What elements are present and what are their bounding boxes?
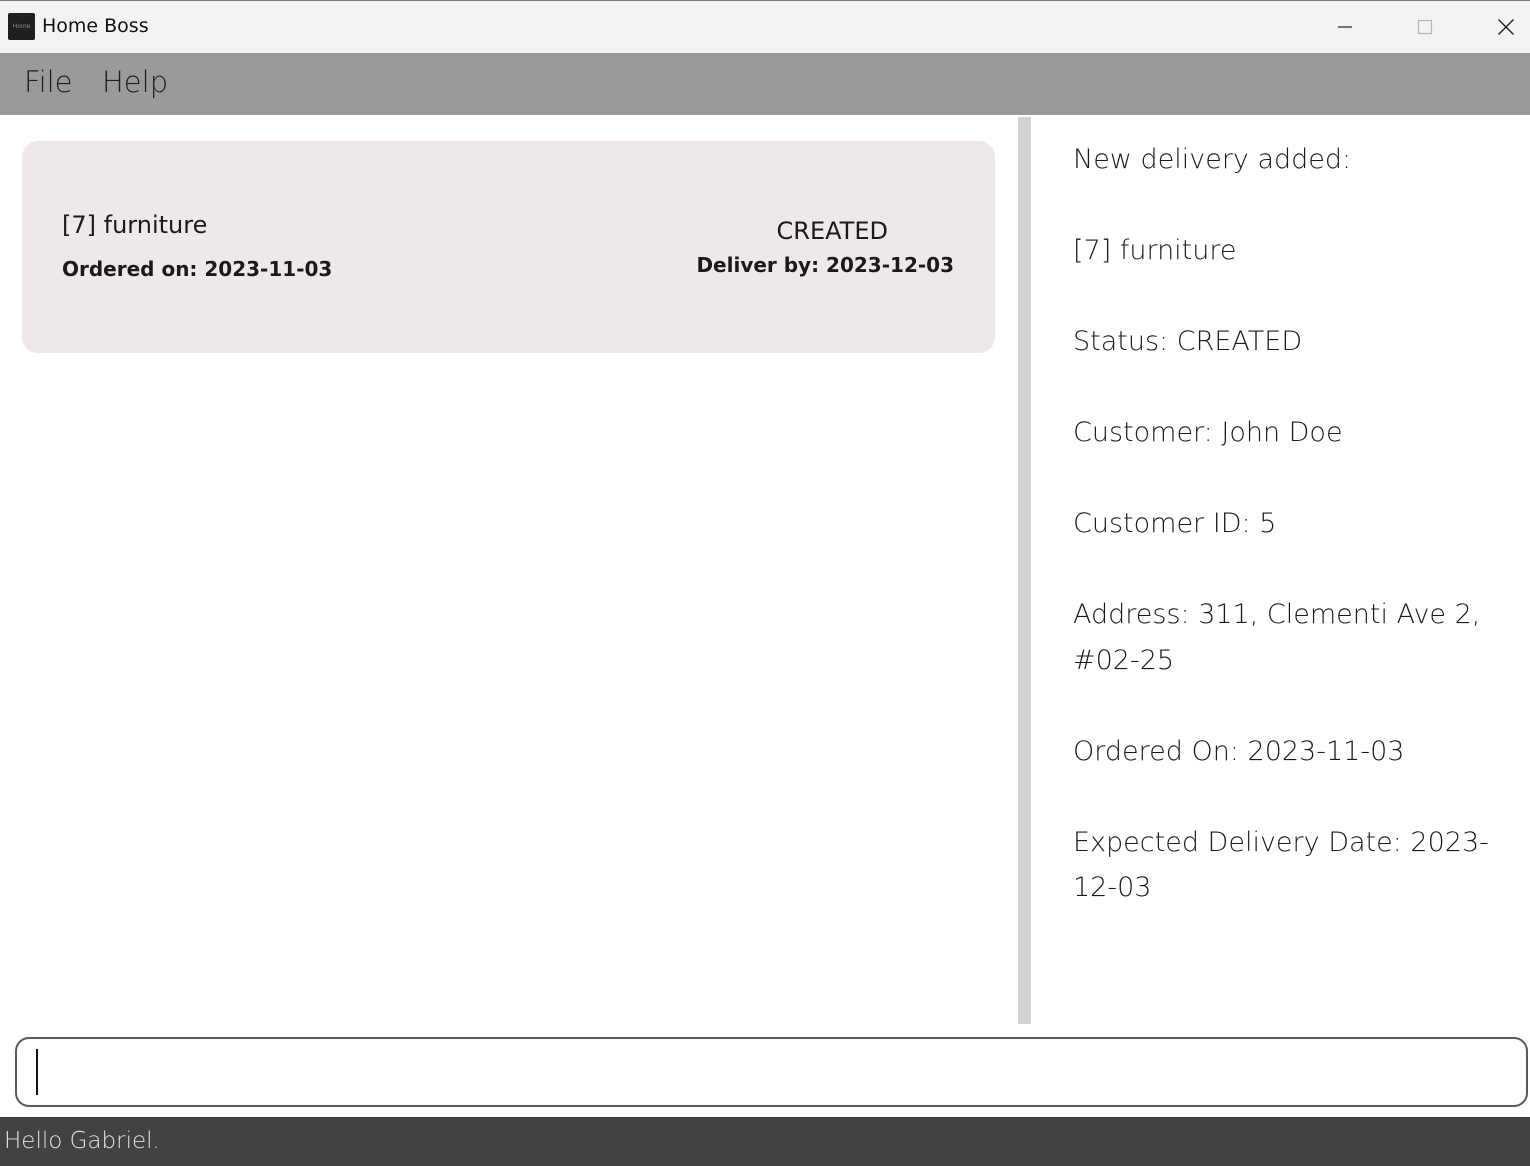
app-window: Home Home Boss File Help [7] furniture O…	[0, 0, 1530, 1166]
minimize-icon	[1338, 26, 1352, 28]
command-box[interactable]	[15, 1037, 1528, 1107]
result-line-ordered-on: Ordered On: 2023-11-03	[1073, 735, 1405, 767]
result-line-expected-date: Expected Delivery Date: 2023-12-03	[1073, 826, 1489, 904]
window-title: Home Boss	[42, 15, 149, 37]
maximize-icon	[1417, 19, 1433, 35]
delivery-deliver-by: Deliver by: 2023-12-03	[696, 253, 954, 277]
result-line-status: Status: CREATED	[1073, 326, 1303, 357]
result-line-customer-id: Customer ID: 5	[1073, 508, 1277, 539]
delivery-list-panel[interactable]: [7] furniture Ordered on: 2023-11-03 CRE…	[0, 115, 1018, 1025]
delivery-name: [7] furniture	[62, 211, 208, 239]
result-display-panel[interactable]: New delivery added: [7] furniture Status…	[1031, 115, 1530, 1025]
result-message: New delivery added: [7] furniture Status…	[1073, 137, 1493, 956]
close-icon	[1498, 19, 1514, 35]
minimize-button[interactable]	[1305, 1, 1385, 53]
result-line-header: New delivery added:	[1073, 144, 1352, 175]
result-line-delivery: [7] furniture	[1073, 235, 1237, 266]
maximize-button[interactable]	[1385, 1, 1465, 53]
panel-divider-scrollbar[interactable]	[1018, 117, 1031, 1024]
delivery-status: CREATED	[776, 217, 888, 245]
menu-file[interactable]: File	[24, 65, 73, 99]
close-button[interactable]	[1466, 1, 1530, 53]
delivery-card[interactable]: [7] furniture Ordered on: 2023-11-03 CRE…	[22, 141, 995, 353]
result-line-customer: Customer: John Doe	[1073, 417, 1343, 448]
status-message: Hello Gabriel.	[4, 1128, 160, 1154]
app-logo-icon: Home	[8, 13, 35, 40]
menu-help[interactable]: Help	[102, 65, 168, 99]
result-line-address: Address: 311, Clementi Ave 2, #02-25	[1073, 599, 1481, 676]
title-bar[interactable]: Home Home Boss	[0, 1, 1530, 53]
delivery-ordered-date: Ordered on: 2023-11-03	[62, 257, 333, 281]
command-input[interactable]	[39, 1047, 1499, 1097]
menu-bar: File Help	[0, 53, 1530, 115]
status-bar: Hello Gabriel.	[0, 1117, 1530, 1166]
text-caret	[36, 1049, 38, 1095]
